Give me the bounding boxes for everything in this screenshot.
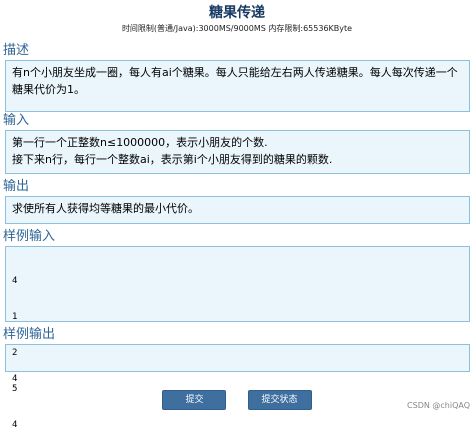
output-heading: 输出 <box>3 179 30 194</box>
input-line-2: 接下来n行，每行一个整数ai，表示第i个小朋友得到的糖果的颗数. <box>12 153 333 166</box>
sample-output-box: 4 <box>5 344 470 384</box>
sample-output-heading: 样例输出 <box>3 327 56 342</box>
problem-limits: 时间限制(普通/Java):3000MS/9000MS 内存限制:65536KB… <box>121 24 353 33</box>
input-box: 第一行一个正整数n≤1000000，表示小朋友的个数. 接下来n行，每行一个整数… <box>5 130 470 174</box>
description-text: 有n个小朋友坐成一圈，每人有ai个糖果。每人只能给左右两人传递糖果。每人每次传递… <box>12 66 458 96</box>
description-box: 有n个小朋友坐成一圈，每人有ai个糖果。每人只能给左右两人传递糖果。每人每次传递… <box>5 60 470 112</box>
problem-title: 糖果传递 <box>209 5 265 21</box>
sample-input-line: 4 <box>12 276 18 286</box>
button-row: 提交 提交状态 <box>0 387 474 410</box>
input-line-1: 第一行一个正整数n≤1000000，表示小朋友的个数. <box>12 136 268 149</box>
sample-input-line: 1 <box>12 312 18 322</box>
sample-input-line: 4 <box>12 420 18 430</box>
sample-output-line: 4 <box>12 374 18 384</box>
submit-status-button[interactable]: 提交状态 <box>247 390 312 410</box>
input-heading: 输入 <box>3 113 30 128</box>
description-heading: 描述 <box>3 43 30 58</box>
output-text: 求使所有人获得均等糖果的最小代价。 <box>12 202 199 215</box>
watermark: CSDN @chiQAQ <box>407 401 470 410</box>
sample-input-box: 4 1 2 5 4 <box>5 246 470 430</box>
submit-button[interactable]: 提交 <box>162 390 227 410</box>
output-box: 求使所有人获得均等糖果的最小代价。 <box>5 196 470 224</box>
sample-input-heading: 样例输入 <box>3 229 56 244</box>
